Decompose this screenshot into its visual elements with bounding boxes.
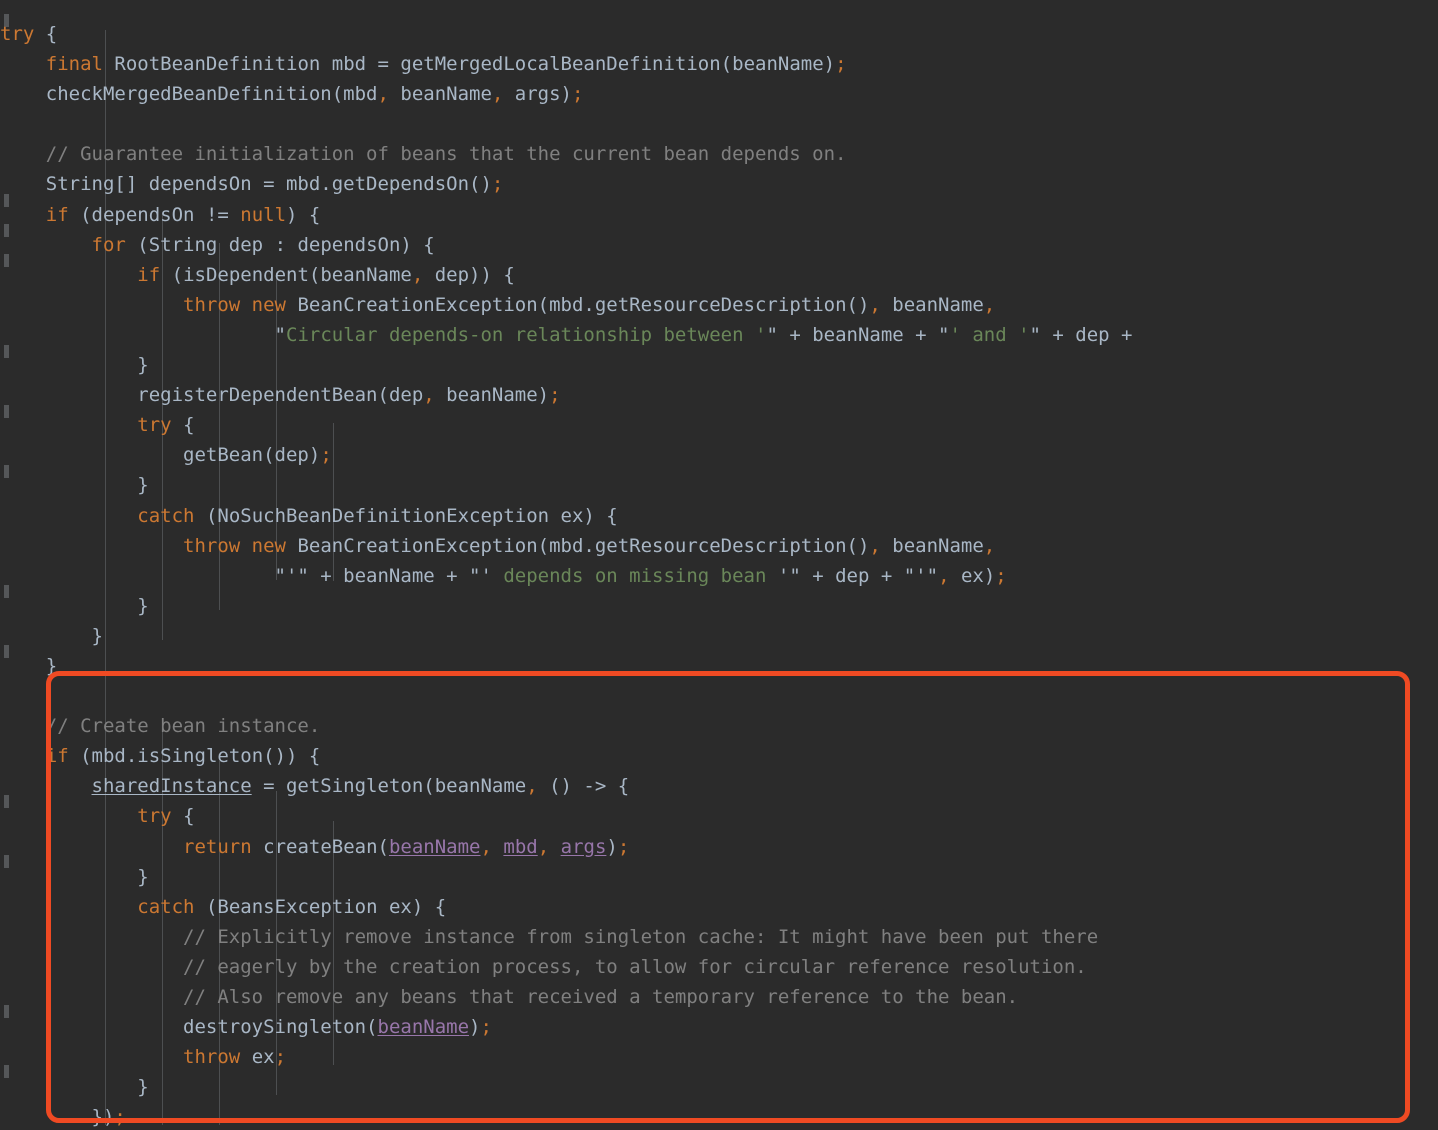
code-line[interactable]: try { bbox=[0, 801, 1438, 831]
code-line[interactable]: sharedInstance = getSingleton(beanName, … bbox=[0, 771, 1438, 801]
code-line[interactable]: // Also remove any beans that received a… bbox=[0, 982, 1438, 1012]
code-line[interactable]: } bbox=[0, 621, 1438, 651]
code-line[interactable]: // eagerly by the creation process, to a… bbox=[0, 952, 1438, 982]
code-editor-viewport[interactable]: try { final RootBeanDefinition mbd = get… bbox=[0, 0, 1438, 1130]
code-line[interactable]: } bbox=[0, 862, 1438, 892]
code-line[interactable]: final RootBeanDefinition mbd = getMerged… bbox=[0, 49, 1438, 79]
code-line[interactable]: destroySingleton(beanName); bbox=[0, 1012, 1438, 1042]
code-line[interactable]: } bbox=[0, 1072, 1438, 1102]
code-line[interactable]: throw ex; bbox=[0, 1042, 1438, 1072]
code-line[interactable]: getBean(dep); bbox=[0, 440, 1438, 470]
code-line[interactable]: } bbox=[0, 470, 1438, 500]
code-line[interactable]: for (String dep : dependsOn) { bbox=[0, 230, 1438, 260]
source-code[interactable]: try { final RootBeanDefinition mbd = get… bbox=[0, 19, 1438, 1130]
code-line[interactable] bbox=[0, 681, 1438, 711]
code-line[interactable]: if (dependsOn != null) { bbox=[0, 200, 1438, 230]
code-line[interactable]: } bbox=[0, 350, 1438, 380]
code-line[interactable]: "Circular depends-on relationship betwee… bbox=[0, 320, 1438, 350]
code-line[interactable]: "'" + beanName + "' depends on missing b… bbox=[0, 561, 1438, 591]
code-line[interactable]: String[] dependsOn = mbd.getDependsOn(); bbox=[0, 169, 1438, 199]
code-line[interactable]: } bbox=[0, 651, 1438, 681]
code-line[interactable]: catch (NoSuchBeanDefinitionException ex)… bbox=[0, 501, 1438, 531]
code-line[interactable]: registerDependentBean(dep, beanName); bbox=[0, 380, 1438, 410]
code-line[interactable]: return createBean(beanName, mbd, args); bbox=[0, 832, 1438, 862]
code-line[interactable]: throw new BeanCreationException(mbd.getR… bbox=[0, 290, 1438, 320]
code-line[interactable]: // Guarantee initialization of beans tha… bbox=[0, 139, 1438, 169]
code-line[interactable]: throw new BeanCreationException(mbd.getR… bbox=[0, 531, 1438, 561]
code-line[interactable] bbox=[0, 109, 1438, 139]
code-line[interactable]: // Explicitly remove instance from singl… bbox=[0, 922, 1438, 952]
code-line[interactable]: } bbox=[0, 591, 1438, 621]
code-line[interactable]: if (mbd.isSingleton()) { bbox=[0, 741, 1438, 771]
code-line[interactable]: catch (BeansException ex) { bbox=[0, 892, 1438, 922]
code-line[interactable]: checkMergedBeanDefinition(mbd, beanName,… bbox=[0, 79, 1438, 109]
code-line[interactable]: // Create bean instance. bbox=[0, 711, 1438, 741]
code-line[interactable]: }); bbox=[0, 1102, 1438, 1130]
code-line[interactable]: try { bbox=[0, 410, 1438, 440]
code-line[interactable]: try { bbox=[0, 19, 1438, 49]
code-line[interactable]: if (isDependent(beanName, dep)) { bbox=[0, 260, 1438, 290]
